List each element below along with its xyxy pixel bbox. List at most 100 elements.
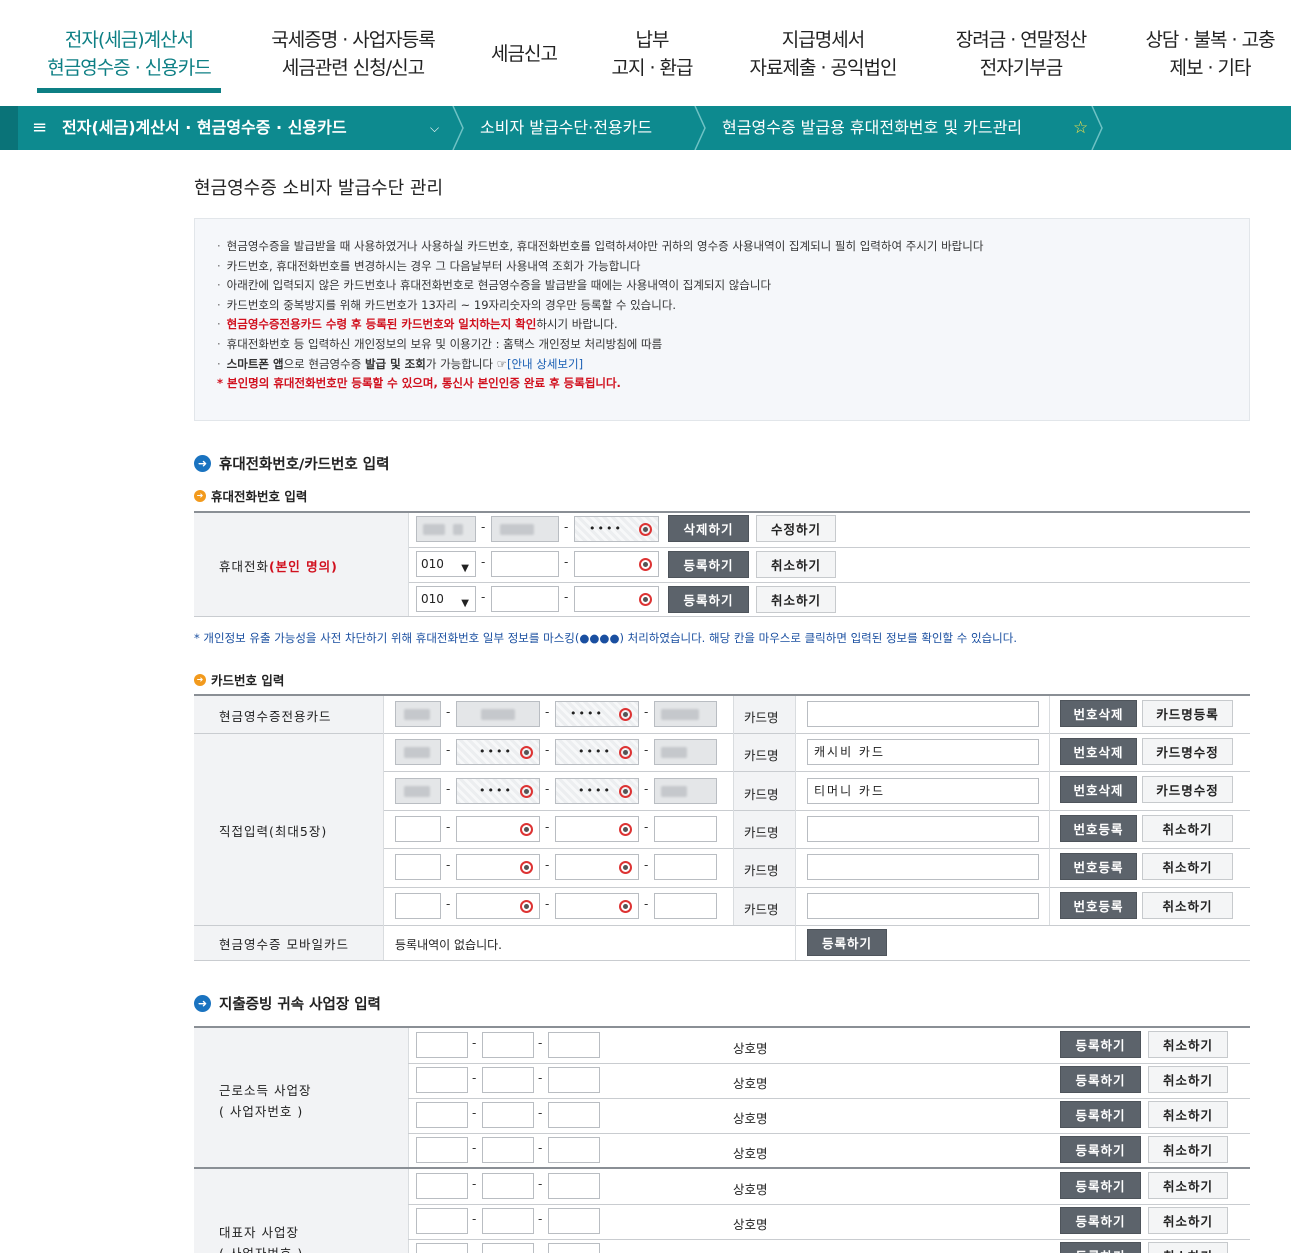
card1-part3[interactable]: •••• [555,739,639,765]
card0-delete-button[interactable]: 번호삭제 [1060,700,1137,727]
topnav-item-filing[interactable]: 세금신고 [475,40,573,68]
biz3-cancel-button[interactable]: 취소하기 [1148,1136,1228,1163]
topnav-item-incentive[interactable]: 장려금 · 연말정산 전자기부금 [940,26,1102,82]
biz5-part3-input[interactable] [548,1208,600,1234]
biz6-part3-input[interactable] [548,1243,600,1253]
biz0-cancel-button[interactable]: 취소하기 [1148,1031,1228,1058]
card2-part3[interactable]: •••• [555,778,639,804]
phone3-middle-input[interactable] [491,586,559,612]
card4-part4-input[interactable] [654,854,717,880]
phone2-middle-input[interactable] [491,551,559,577]
guide-detail-link[interactable]: [안내 상세보기] [507,357,583,371]
biz0-part3-input[interactable] [548,1032,600,1058]
card0-name-input[interactable] [807,701,1039,727]
biz0-part2-input[interactable] [482,1032,534,1058]
biz1-register-button[interactable]: 등록하기 [1060,1066,1141,1093]
biz2-cancel-button[interactable]: 취소하기 [1148,1101,1228,1128]
card1-part1[interactable] [395,739,441,765]
phone1-edit-button[interactable]: 수정하기 [756,515,836,542]
card2-part1[interactable] [395,778,441,804]
biz0-part1-input[interactable] [416,1032,468,1058]
card3-name-input[interactable] [807,816,1039,842]
card3-register-button[interactable]: 번호등록 [1060,815,1137,842]
card5-register-button[interactable]: 번호등록 [1060,892,1137,919]
biz6-part1-input[interactable] [416,1243,468,1253]
card5-part1-input[interactable] [395,893,441,919]
eye-icon[interactable] [520,900,533,913]
card5-name-input[interactable] [807,893,1039,919]
biz4-part3-input[interactable] [548,1173,600,1199]
card2-part2[interactable]: •••• [456,778,540,804]
eye-icon[interactable] [520,785,533,798]
topnav-item-consult[interactable]: 상담 · 불복 · 고충 제보 · 기타 [1130,26,1290,82]
card4-part3-input[interactable] [555,854,639,880]
eye-icon[interactable] [619,708,632,721]
biz5-register-button[interactable]: 등록하기 [1060,1207,1141,1234]
card0-part2[interactable] [456,701,540,727]
biz1-part2-input[interactable] [482,1067,534,1093]
biz1-part1-input[interactable] [416,1067,468,1093]
card3-part1-input[interactable] [395,816,441,842]
card1-part4[interactable] [654,739,717,765]
card1-name-input[interactable]: 캐시비 카드 [807,739,1039,765]
topnav-item-statement[interactable]: 지급명세서 자료제출 · 공익법인 [734,26,912,82]
card2-name-edit-button[interactable]: 카드명수정 [1142,776,1233,803]
biz2-part2-input[interactable] [482,1102,534,1128]
favorite-star-icon[interactable]: ☆ [1073,106,1088,150]
biz5-cancel-button[interactable]: 취소하기 [1148,1207,1228,1234]
phone2-prefix-select[interactable]: 010 ▼ [416,551,476,577]
topnav-item-certificate[interactable]: 국세증명 · 사업자등록 세금관련 신청/신고 [255,26,451,82]
biz4-cancel-button[interactable]: 취소하기 [1148,1172,1228,1199]
eye-icon[interactable] [619,823,632,836]
phone2-last-input[interactable] [574,551,659,577]
eye-icon[interactable] [619,746,632,759]
card4-register-button[interactable]: 번호등록 [1060,853,1137,880]
biz1-cancel-button[interactable]: 취소하기 [1148,1066,1228,1093]
biz5-part2-input[interactable] [482,1208,534,1234]
mobile-card-register-button[interactable]: 등록하기 [807,929,887,956]
biz4-register-button[interactable]: 등록하기 [1060,1172,1141,1199]
eye-icon[interactable] [619,861,632,874]
card1-part2[interactable]: •••• [456,739,540,765]
card0-part1[interactable] [395,701,441,727]
card4-cancel-button[interactable]: 취소하기 [1142,853,1233,880]
card3-cancel-button[interactable]: 취소하기 [1142,815,1233,842]
biz6-part2-input[interactable] [482,1243,534,1253]
phone1-last-field[interactable]: •••• [574,516,659,542]
phone3-cancel-button[interactable]: 취소하기 [756,586,836,613]
biz2-part1-input[interactable] [416,1102,468,1128]
phone2-cancel-button[interactable]: 취소하기 [756,551,836,578]
biz3-part3-input[interactable] [548,1137,600,1163]
phone1-prefix-field[interactable] [416,516,476,542]
eye-icon[interactable] [639,558,652,571]
breadcrumb-level2[interactable]: 소비자 발급수단·전용카드 [480,106,652,150]
biz6-cancel-button[interactable]: 취소하기 [1148,1242,1228,1253]
card1-delete-button[interactable]: 번호삭제 [1060,738,1137,765]
card4-part1-input[interactable] [395,854,441,880]
card0-name-register-button[interactable]: 카드명등록 [1142,700,1233,727]
card2-name-input[interactable]: 티머니 카드 [807,778,1039,804]
card0-part3[interactable]: •••• [555,701,639,727]
phone3-last-input[interactable] [574,586,659,612]
eye-icon[interactable] [639,593,652,606]
biz0-register-button[interactable]: 등록하기 [1060,1031,1141,1058]
menu-icon[interactable]: ≡ [32,106,47,150]
card2-delete-button[interactable]: 번호삭제 [1060,776,1137,803]
card4-part2-input[interactable] [456,854,540,880]
biz3-register-button[interactable]: 등록하기 [1060,1136,1141,1163]
chevron-down-icon[interactable]: ⌵ [430,106,439,150]
topnav-item-payment[interactable]: 납부 고지 · 환급 [596,26,708,82]
eye-icon[interactable] [619,900,632,913]
breadcrumb-level1[interactable]: 전자(세금)계산서 · 현금영수증 · 신용카드 [62,106,347,150]
card5-part2-input[interactable] [456,893,540,919]
eye-icon[interactable] [520,746,533,759]
biz6-register-button[interactable]: 등록하기 [1060,1242,1141,1253]
biz3-part2-input[interactable] [482,1137,534,1163]
eye-icon[interactable] [619,785,632,798]
eye-icon[interactable] [639,523,652,536]
biz2-register-button[interactable]: 등록하기 [1060,1101,1141,1128]
biz5-part1-input[interactable] [416,1208,468,1234]
eye-icon[interactable] [520,823,533,836]
phone2-register-button[interactable]: 등록하기 [668,551,749,578]
phone1-delete-button[interactable]: 삭제하기 [668,515,749,542]
